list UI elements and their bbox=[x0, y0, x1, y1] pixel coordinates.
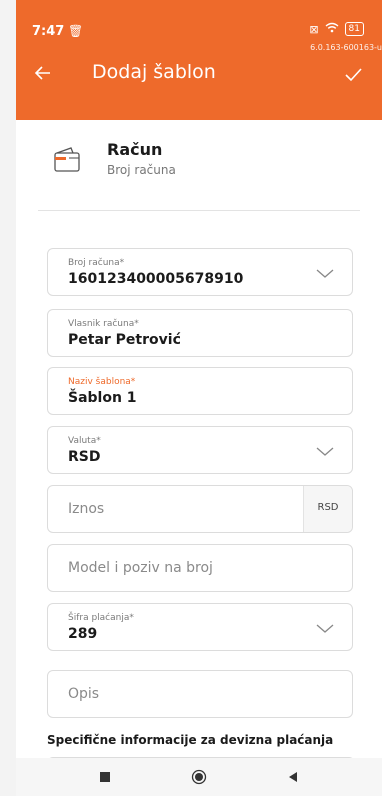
description-input[interactable]: Opis bbox=[47, 670, 353, 718]
currency-suffix: RSD bbox=[303, 486, 352, 532]
currency-select[interactable]: Valuta* RSD bbox=[47, 426, 353, 474]
field-label: Vlasnik računa* bbox=[68, 319, 139, 329]
status-time: 7:47 bbox=[32, 24, 65, 39]
wifi-icon bbox=[325, 22, 339, 36]
arrow-left-icon[interactable] bbox=[32, 62, 54, 84]
field-placeholder: Model i poziv na broj bbox=[68, 560, 213, 576]
field-value: Petar Petrović bbox=[68, 332, 181, 348]
account-number-select[interactable]: Broj računa* 160123400005678910 bbox=[47, 248, 353, 296]
trash-icon: 🗑 bbox=[68, 24, 84, 38]
owner-field[interactable]: Vlasnik računa* Petar Petrović bbox=[47, 309, 353, 357]
chevron-down-icon bbox=[316, 620, 334, 633]
amount-input[interactable]: Iznos RSD bbox=[47, 485, 353, 533]
account-subtitle: Broj računa bbox=[107, 163, 176, 177]
divider bbox=[38, 210, 360, 211]
field-value: RSD bbox=[68, 449, 101, 465]
model-reference-input[interactable]: Model i poziv na broj bbox=[47, 544, 353, 592]
app-header: 7:47 🗑 ⊠ 81 6.0.163-600163-u Dodaj šablo… bbox=[16, 0, 382, 120]
status-icons: ⊠ 81 bbox=[309, 22, 364, 36]
build-version: 6.0.163-600163-u bbox=[310, 43, 382, 52]
payment-code-select[interactable]: Šifra plaćanja* 289 bbox=[47, 603, 353, 651]
suffix-label: RSD bbox=[317, 502, 339, 513]
field-value: Šablon 1 bbox=[68, 390, 137, 406]
section-title: Specifične informacije za devizna plaćan… bbox=[47, 733, 334, 747]
template-name-field[interactable]: Naziv šablona* Šablon 1 bbox=[47, 367, 353, 415]
battery-indicator: 81 bbox=[344, 22, 364, 36]
field-label: Naziv šablona* bbox=[68, 377, 136, 387]
account-title: Račun bbox=[107, 140, 163, 159]
chevron-down-icon bbox=[316, 443, 334, 456]
side-shadow bbox=[0, 0, 16, 796]
back-nav-icon[interactable] bbox=[285, 769, 301, 785]
home-icon[interactable] bbox=[191, 769, 207, 785]
screen: 7:47 🗑 ⊠ 81 6.0.163-600163-u Dodaj šablo… bbox=[0, 0, 382, 796]
page-title: Dodaj šablon bbox=[92, 61, 216, 83]
field-label: Valuta* bbox=[68, 436, 101, 446]
check-icon[interactable] bbox=[342, 64, 364, 86]
chevron-down-icon bbox=[316, 265, 334, 278]
field-placeholder: Opis bbox=[68, 686, 100, 702]
field-placeholder: Iznos bbox=[68, 501, 105, 517]
field-value: 160123400005678910 bbox=[68, 271, 244, 287]
field-value: 289 bbox=[68, 626, 98, 642]
mute-icon: ⊠ bbox=[309, 22, 319, 36]
recents-icon[interactable] bbox=[97, 769, 113, 785]
field-label: Šifra plaćanja* bbox=[68, 613, 134, 623]
system-nav-bar bbox=[16, 758, 382, 796]
field-label: Broj računa* bbox=[68, 258, 125, 268]
wallet-icon bbox=[52, 146, 82, 174]
